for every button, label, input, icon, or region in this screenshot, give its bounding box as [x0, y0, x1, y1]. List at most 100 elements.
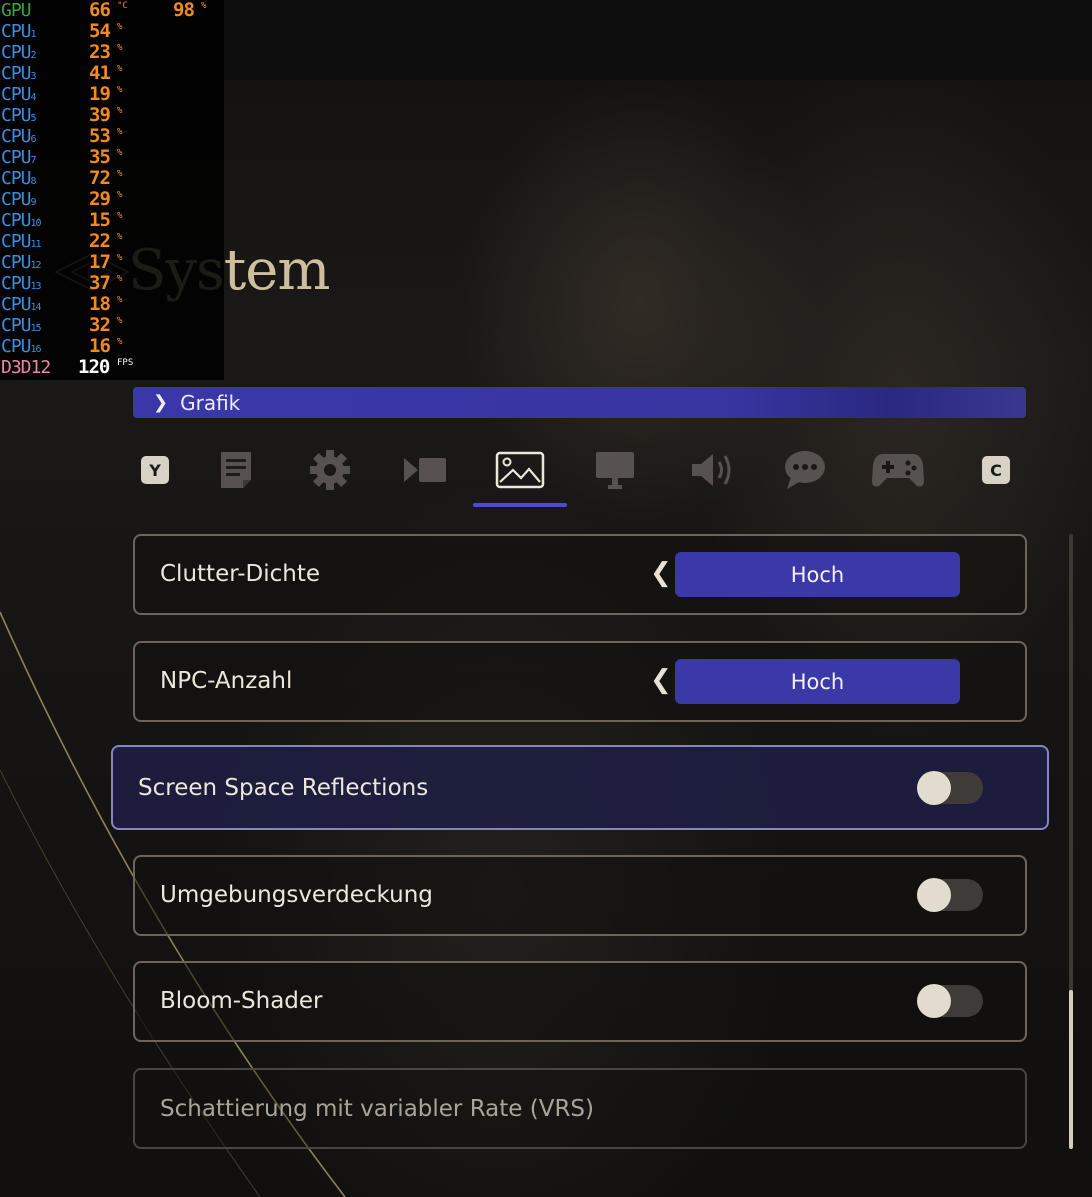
toggle-knob [917, 984, 951, 1018]
osd-cpu-value: 41 [89, 62, 111, 84]
osd-cpu-index: 3 [30, 71, 37, 82]
osd-cpu-row: CPU7 35% [0, 146, 224, 169]
toggle-knob [917, 878, 951, 912]
setting-label: NPC-Anzahl [160, 668, 293, 694]
osd-cpu-unit: % [117, 316, 123, 326]
monitor-icon [596, 452, 634, 489]
osd-cpu-unit: % [117, 295, 123, 305]
arrow-left-icon[interactable]: ❮ [650, 665, 672, 695]
osd-cpu-index: 15 [30, 323, 42, 334]
osd-api-row: D3D12 120 FPS [0, 356, 224, 379]
osd-cpu-value: 16 [89, 335, 111, 357]
tab-graphics[interactable] [485, 440, 555, 500]
setting-value-selector[interactable]: Hoch [675, 659, 960, 704]
osd-gpu-row: GPU 66 °C 98 % [0, 0, 224, 21]
osd-cpu-label: CPU [1, 189, 31, 210]
osd-cpu-row: CPU11 22% [0, 230, 224, 253]
osd-cpu-unit: % [117, 169, 123, 179]
tab-document[interactable] [202, 440, 272, 500]
osd-cpu-index: 5 [30, 113, 37, 124]
osd-cpu-label: CPU [1, 63, 31, 84]
osd-gpu-load: 98 [173, 0, 195, 21]
osd-gpu-label: GPU [1, 0, 31, 21]
performance-overlay: GPU 66 °C 98 % CPU1 54% CPU2 23% CPU3 41% C… [0, 0, 224, 380]
breadcrumb-label: Grafik [180, 390, 241, 415]
setting-row-npc-count[interactable]: NPC-Anzahl ❮ Hoch [133, 641, 1027, 722]
tab-camera[interactable] [390, 440, 460, 500]
arrow-left-icon[interactable]: ❮ [650, 558, 672, 588]
osd-cpu-row: CPU6 53% [0, 125, 224, 148]
setting-label: Clutter-Dichte [160, 561, 320, 587]
document-icon [221, 452, 251, 488]
osd-cpu-label: CPU [1, 294, 31, 315]
toggle-switch[interactable] [917, 878, 983, 912]
setting-row-ambient-occlusion[interactable]: Umgebungsverdeckung [133, 855, 1027, 936]
osd-cpu-row: CPU5 39% [0, 104, 224, 127]
osd-cpu-index: 1 [30, 29, 37, 40]
osd-cpu-value: 22 [89, 230, 111, 252]
tab-audio[interactable] [677, 440, 747, 500]
osd-cpu-row: CPU9 29% [0, 188, 224, 211]
osd-cpu-index: 12 [30, 260, 42, 271]
scrollbar-thumb[interactable] [1069, 990, 1073, 1149]
osd-cpu-index: 10 [30, 218, 42, 229]
osd-cpu-value: 39 [89, 104, 111, 126]
y-button-icon: Y [141, 456, 169, 484]
osd-fps-value: 120 [78, 356, 110, 378]
osd-cpu-value: 29 [89, 188, 111, 210]
tab-controls[interactable] [863, 440, 933, 500]
osd-cpu-label: CPU [1, 168, 31, 189]
tab-prev-key[interactable]: Y [120, 440, 190, 500]
osd-cpu-row: CPU8 72% [0, 168, 224, 190]
setting-row-screen-space-reflections[interactable]: Screen Space Reflections [111, 745, 1049, 830]
image-icon [495, 451, 545, 489]
tab-display[interactable] [580, 440, 650, 500]
osd-cpu-unit: % [117, 64, 123, 74]
setting-label: Bloom-Shader [160, 988, 323, 1014]
tab-next-key[interactable]: C [961, 440, 1031, 500]
osd-cpu-value: 53 [89, 125, 111, 147]
setting-label: Schattierung mit variabler Rate (VRS) [160, 1096, 595, 1122]
toggle-switch[interactable] [917, 771, 983, 805]
osd-cpu-value: 32 [89, 314, 111, 336]
chat-icon [785, 451, 825, 489]
osd-cpu-unit: % [117, 232, 123, 242]
osd-cpu-index: 4 [30, 92, 37, 103]
osd-cpu-row: CPU14 18% [0, 294, 224, 316]
osd-cpu-value: 54 [89, 20, 111, 42]
osd-cpu-index: 11 [30, 239, 42, 250]
setting-value-selector[interactable]: Hoch [675, 552, 960, 597]
osd-cpu-unit: % [117, 85, 123, 95]
osd-cpu-label: CPU [1, 126, 31, 147]
osd-cpu-label: CPU [1, 315, 31, 336]
osd-cpu-unit: % [117, 43, 123, 53]
setting-row-bloom-shader[interactable]: Bloom-Shader [133, 961, 1027, 1042]
osd-cpu-value: 35 [89, 146, 111, 168]
osd-cpu-value: 15 [89, 209, 111, 231]
osd-cpu-label: CPU [1, 273, 31, 294]
osd-cpu-label: CPU [1, 252, 31, 273]
settings-tab-bar: Y C [130, 440, 1030, 510]
osd-cpu-value: 19 [89, 83, 111, 105]
osd-gpu-temp: 66 [89, 0, 111, 21]
osd-cpu-index: 9 [30, 197, 37, 208]
tab-chat[interactable] [770, 440, 840, 500]
osd-cpu-label: CPU [1, 42, 31, 63]
osd-cpu-row: CPU4 19% [0, 83, 224, 106]
toggle-switch[interactable] [917, 984, 983, 1018]
osd-cpu-label: CPU [1, 105, 31, 126]
osd-cpu-index: 8 [30, 176, 37, 187]
osd-cpu-value: 37 [89, 272, 111, 294]
osd-gpu-temp-unit: °C [117, 1, 128, 11]
osd-cpu-row: CPU2 23% [0, 42, 224, 64]
osd-cpu-index: 14 [30, 302, 42, 313]
setting-row-clutter-density[interactable]: Clutter-Dichte ❮ Hoch [133, 534, 1027, 615]
toggle-knob [917, 771, 951, 805]
gear-icon [310, 450, 350, 490]
osd-cpu-unit: % [117, 253, 123, 263]
osd-cpu-label: CPU [1, 210, 31, 231]
osd-cpu-unit: % [117, 274, 123, 284]
osd-fps-unit: FPS [117, 358, 134, 368]
osd-cpu-label: CPU [1, 84, 31, 105]
tab-general[interactable] [295, 440, 365, 500]
